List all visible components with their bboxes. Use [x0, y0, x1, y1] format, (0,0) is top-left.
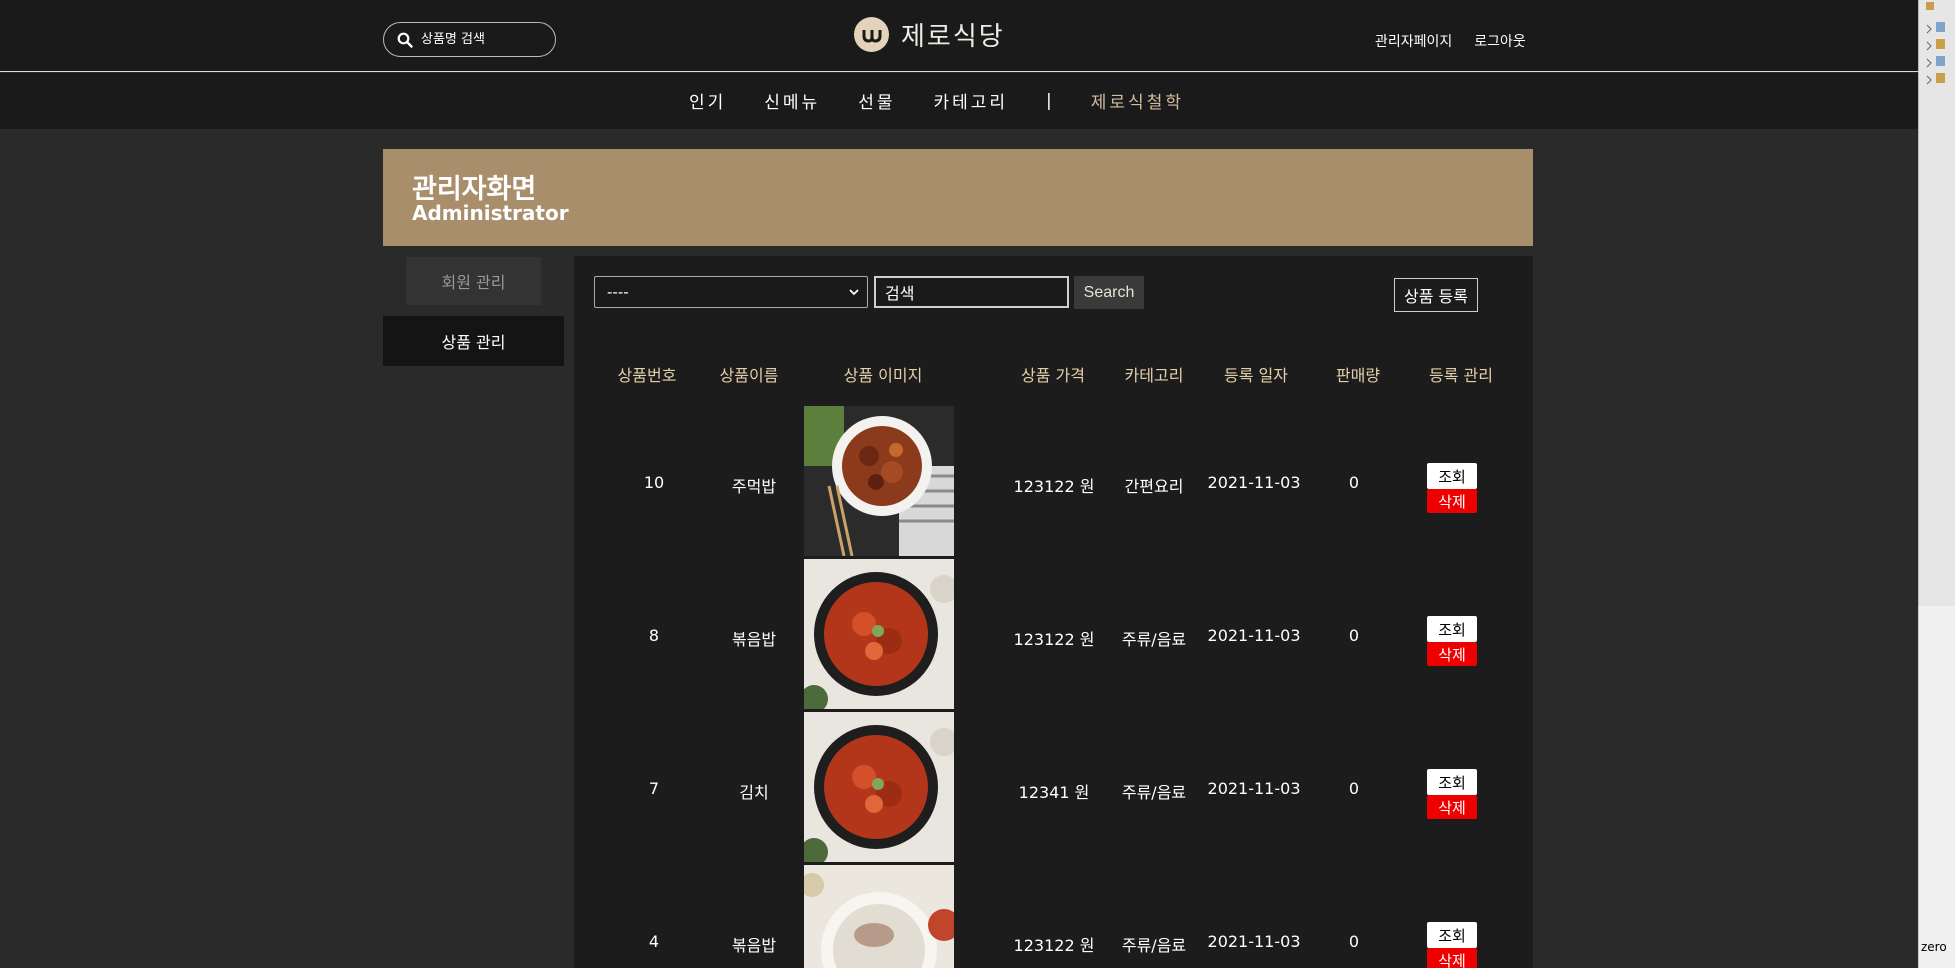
row-product-name: 김치	[739, 783, 769, 802]
row-category: 주류/음료	[1121, 630, 1187, 649]
admin-page-link[interactable]: 관리자페이지	[1375, 31, 1452, 51]
logout-link[interactable]: 로그아웃	[1474, 31, 1526, 51]
row-product-price: 12341 원	[1018, 783, 1090, 802]
nav-popular[interactable]: 인기	[689, 88, 726, 113]
table-header: 상품번호 상품이름 상품 이미지 상품 가격 카테고리 등록 일자 판매량 등록…	[574, 362, 1533, 385]
view-button[interactable]: 조회	[1427, 616, 1477, 642]
table-row: 8 볶음밥 123122 원 주류/음료 2021-11-03 0 조회 삭제	[574, 559, 1533, 709]
row-product-price: 123122 원	[1013, 477, 1095, 496]
logo-icon	[854, 17, 889, 52]
row-registered-date: 2021-11-03	[1207, 626, 1301, 645]
view-button[interactable]: 조회	[1427, 922, 1477, 948]
site-logo[interactable]: 제로식당	[854, 16, 1005, 53]
product-search-box[interactable]	[383, 22, 556, 57]
row-product-id: 10	[643, 473, 665, 492]
banner-subtitle: Administrator	[412, 201, 569, 225]
col-product-image: 상품 이미지	[843, 366, 923, 385]
search-button[interactable]: Search	[1074, 276, 1144, 309]
table-row: 10 주먹밥 123122 원 간편요리 2021-11-03 0 조회 삭제	[574, 406, 1533, 556]
row-product-id: 7	[648, 779, 660, 798]
col-registered-date: 등록 일자	[1224, 366, 1288, 385]
delete-button[interactable]: 삭제	[1427, 948, 1477, 968]
col-sales: 판매량	[1335, 366, 1381, 385]
row-category: 주류/음료	[1121, 783, 1187, 802]
top-header: 제로식당 관리자페이지 로그아웃	[0, 0, 1918, 72]
col-category: 카테고리	[1124, 366, 1184, 385]
main-nav: 인기 신메뉴 선물 카테고리 | 제로식철학	[0, 73, 1918, 129]
logo-text: 제로식당	[901, 22, 1005, 52]
chevron-down-icon	[849, 289, 859, 296]
row-registered-date: 2021-11-03	[1207, 932, 1301, 951]
row-sales: 0	[1348, 932, 1360, 951]
row-sales: 0	[1348, 779, 1360, 798]
col-product-price: 상품 가격	[1021, 366, 1085, 385]
sidebar-item-product-management[interactable]: 상품 관리	[383, 316, 564, 366]
category-select-value: ----	[607, 283, 629, 301]
delete-button[interactable]: 삭제	[1427, 795, 1477, 819]
row-registered-date: 2021-11-03	[1207, 473, 1301, 492]
row-product-price: 123122 원	[1013, 936, 1095, 955]
nav-new-menu[interactable]: 신메뉴	[764, 88, 820, 113]
product-image-kimchi-stew-pot[interactable]	[804, 559, 954, 709]
nav-gift[interactable]: 선물	[858, 88, 895, 113]
product-image-beef-soup-bowl[interactable]	[804, 865, 954, 968]
delete-button[interactable]: 삭제	[1427, 642, 1477, 666]
nav-category[interactable]: 카테고리	[933, 88, 1008, 113]
tree-panel-icons	[1924, 0, 1954, 101]
nav-philosophy[interactable]: 제로식철학	[1091, 88, 1184, 113]
tree-icons	[1926, 2, 1945, 85]
row-product-price: 123122 원	[1013, 630, 1095, 649]
search-icon	[397, 32, 413, 48]
row-product-name: 주먹밥	[731, 477, 777, 496]
product-management-panel: ---- Search 상품 등록 상품번호 상품이름 상품 이미지 상품 가격…	[574, 256, 1533, 968]
status-text: zero	[1921, 940, 1947, 954]
toolbar: ---- Search 상품 등록	[594, 276, 1514, 312]
product-image-kimchi-stew-pot[interactable]	[804, 712, 954, 862]
row-product-id: 8	[648, 626, 660, 645]
row-sales: 0	[1348, 473, 1360, 492]
header-links: 관리자페이지 로그아웃	[1375, 31, 1526, 51]
row-product-id: 4	[648, 932, 660, 951]
row-product-name: 볶음밥	[731, 630, 777, 649]
nav-divider: |	[1046, 90, 1055, 111]
delete-button[interactable]: 삭제	[1427, 489, 1477, 513]
col-product-name: 상품이름	[719, 366, 779, 385]
keyword-input[interactable]	[874, 276, 1069, 308]
product-image-spicy-pork-bowl[interactable]	[804, 406, 954, 556]
row-sales: 0	[1348, 626, 1360, 645]
product-search-input[interactable]	[421, 32, 541, 47]
col-management: 등록 관리	[1429, 366, 1493, 385]
table-row: 7 김치 12341 원 주류/음료 2021-11-03 0 조회 삭제	[574, 712, 1533, 862]
sidebar-item-member-management[interactable]: 회원 관리	[406, 257, 541, 305]
row-registered-date: 2021-11-03	[1207, 779, 1301, 798]
row-category: 간편요리	[1124, 477, 1184, 496]
admin-banner: 관리자화면 Administrator	[383, 149, 1533, 246]
row-product-name: 볶음밥	[731, 936, 777, 955]
table-row: 4 볶음밥 123122 원 주류/음료 2021-11-03 0 조회 삭제	[574, 865, 1533, 968]
category-select[interactable]: ----	[594, 276, 868, 308]
register-product-button[interactable]: 상품 등록	[1394, 278, 1478, 312]
row-category: 주류/음료	[1121, 936, 1187, 955]
view-button[interactable]: 조회	[1427, 463, 1477, 489]
col-product-id: 상품번호	[617, 366, 677, 385]
view-button[interactable]: 조회	[1427, 769, 1477, 795]
